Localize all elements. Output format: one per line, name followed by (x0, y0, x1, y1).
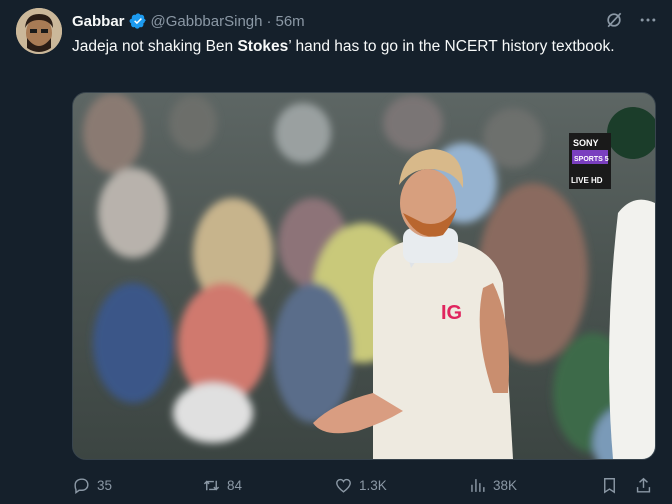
reply-count: 35 (97, 477, 113, 493)
tweet-text-bold: Stokes (237, 38, 289, 55)
tweet[interactable]: Gabbar @GabbbarSingh · 56m Jadeja not sh… (0, 0, 672, 504)
grok-icon[interactable] (604, 10, 624, 30)
reply-icon (74, 477, 89, 494)
broadcaster-tag: LIVE HD (571, 176, 603, 185)
share-button[interactable] (634, 476, 653, 495)
broadcaster-channel: SPORTS 5 (574, 156, 609, 163)
tweet-text-part: ’ hand has to go in the NCERT history te… (288, 38, 615, 55)
like-button[interactable]: 1.3K (334, 476, 387, 495)
broadcaster-brand: SONY (573, 138, 599, 148)
like-count: 1.3K (359, 477, 387, 493)
reply-button[interactable]: 35 (72, 476, 112, 495)
tweet-media-image[interactable]: IG SONY SPORTS 5 LIVE HD (72, 92, 656, 460)
verified-badge-icon (129, 13, 146, 29)
share-icon (636, 477, 651, 493)
separator: · (266, 12, 272, 30)
more-icon[interactable] (638, 10, 658, 30)
views-button[interactable]: 38K (468, 476, 517, 495)
tweet-text-part: Jadeja not shaking Ben (72, 38, 238, 55)
action-bar: 35 84 1.3K 38K (72, 474, 662, 496)
bookmark-button[interactable] (600, 476, 619, 495)
author-handle[interactable]: @GabbbarSingh (151, 13, 263, 30)
tweet-header: Gabbar @GabbbarSingh · 56m (72, 10, 305, 32)
avatar[interactable] (16, 8, 62, 54)
media-photo: IG SONY SPORTS 5 LIVE HD (73, 93, 655, 459)
jersey-logo: IG (441, 302, 462, 324)
timestamp[interactable]: 56m (275, 13, 304, 30)
repost-button[interactable]: 84 (202, 476, 242, 495)
repost-count: 84 (227, 477, 243, 493)
top-icons (604, 10, 658, 30)
heart-icon (336, 478, 351, 493)
views-icon (471, 478, 485, 492)
repost-icon (203, 480, 220, 490)
tweet-text: Jadeja not shaking Ben Stokes’ hand has … (72, 36, 652, 58)
author-name[interactable]: Gabbar (72, 13, 125, 30)
views-count: 38K (493, 477, 518, 493)
bookmark-icon (604, 477, 615, 494)
broadcaster-logo: SONY SPORTS 5 LIVE HD (569, 133, 611, 189)
